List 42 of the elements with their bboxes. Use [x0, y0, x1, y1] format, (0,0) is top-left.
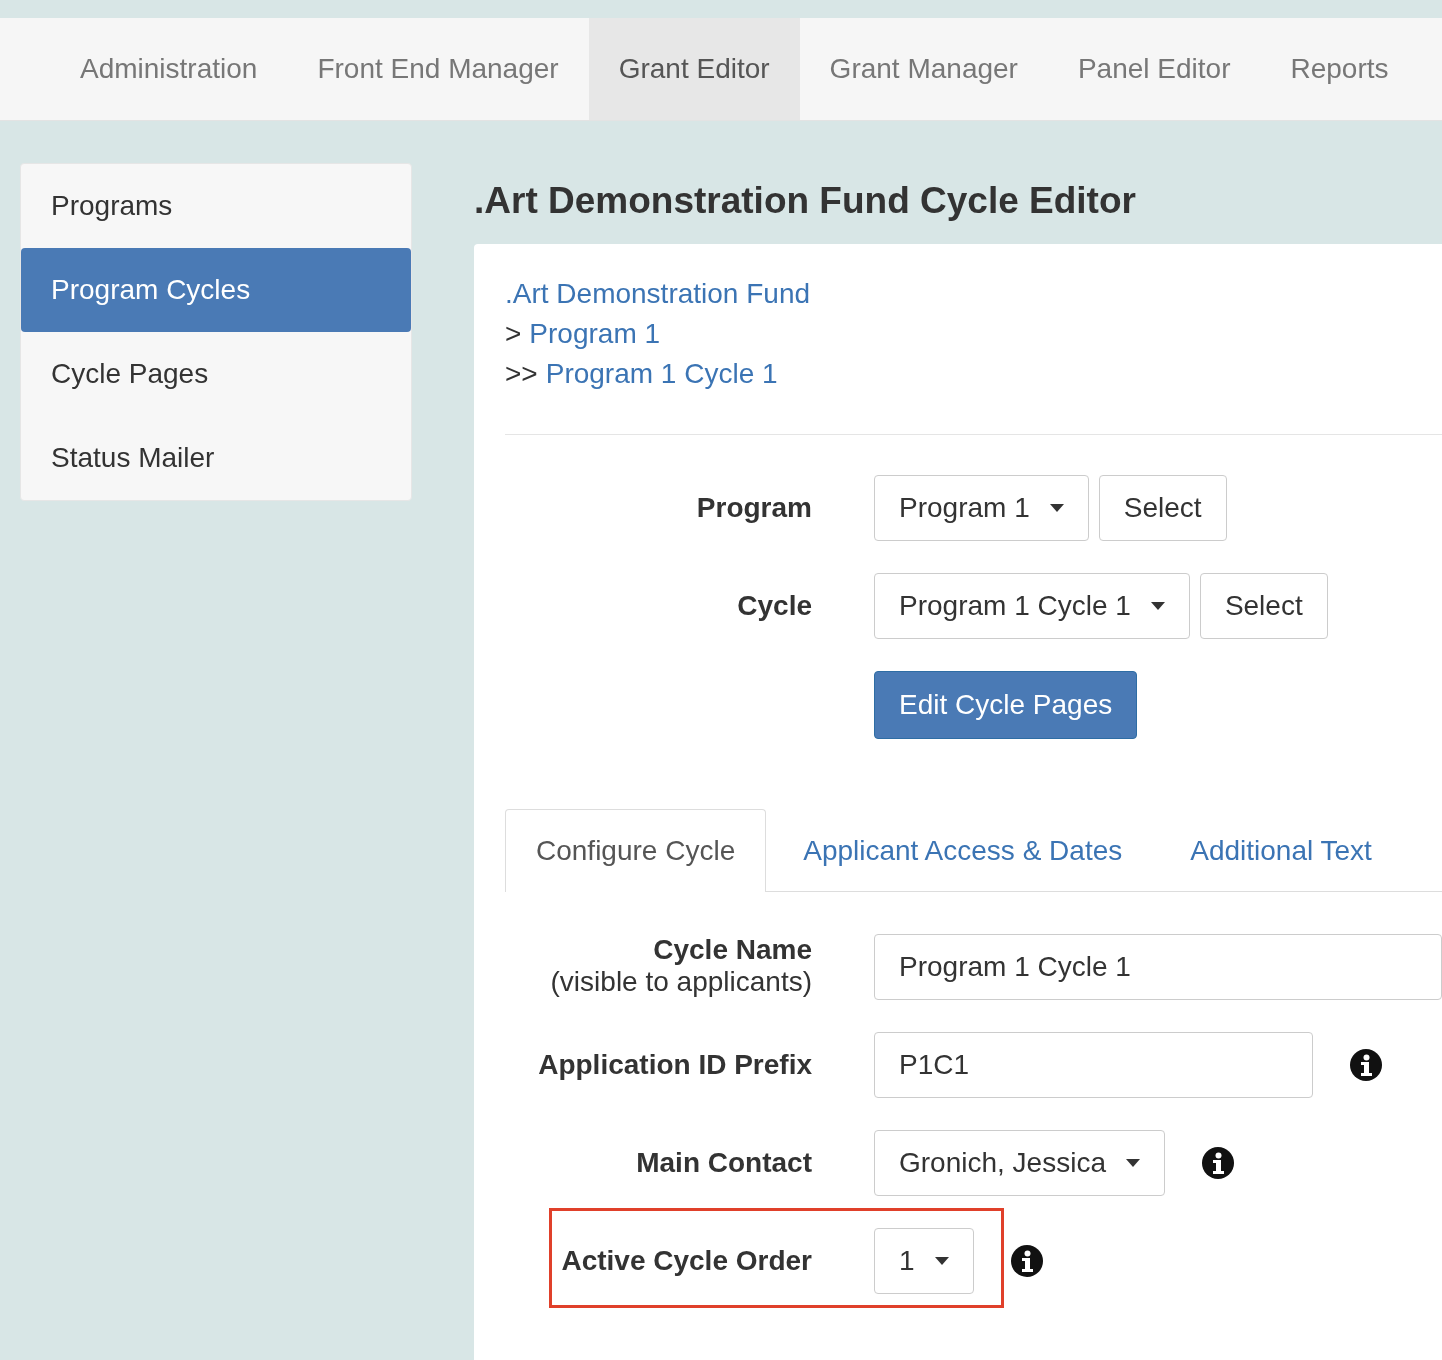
breadcrumb-separator: >	[505, 318, 522, 350]
sidebar-item[interactable]: Program Cycles	[21, 248, 411, 332]
nav-tab[interactable]: Grant Manager	[799, 18, 1048, 120]
caret-icon	[1150, 602, 1165, 610]
field-label: Application ID Prefix	[537, 1049, 812, 1081]
page-title: .Art Demonstration Fund Cycle Editor	[474, 179, 1137, 223]
nav-tab[interactable]: Panel Editor	[1047, 18, 1261, 120]
breadcrumb-link[interactable]: Program 1	[529, 318, 661, 350]
field-label: Main Contact	[635, 1147, 812, 1179]
tab[interactable]: Additional Text	[1159, 809, 1403, 891]
text-field[interactable]: P1C1	[874, 1032, 1313, 1098]
text-field[interactable]: Program 1 Cycle 1	[874, 934, 1442, 1000]
breadcrumb-separator: >>	[505, 358, 538, 390]
tab[interactable]: Applicant Access & Dates	[772, 809, 1154, 891]
caret-icon	[934, 1257, 949, 1265]
tab[interactable]: Configure Cycle	[505, 809, 767, 892]
field-label: Cycle Name	[653, 934, 812, 966]
dropdown[interactable]: 1	[874, 1228, 974, 1294]
info-icon[interactable]	[1349, 1048, 1383, 1082]
breadcrumb-link[interactable]: .Art Demonstration Fund	[505, 278, 811, 310]
nav-tab[interactable]: Administration	[50, 18, 288, 120]
field-label: Active Cycle Order	[560, 1245, 812, 1277]
caret-icon	[1125, 1159, 1140, 1167]
nav-tab[interactable]: Reports	[1260, 18, 1419, 120]
breadcrumb-link[interactable]: Program 1 Cycle 1	[545, 358, 778, 390]
nav-tab[interactable]: Grant Editor	[588, 18, 800, 120]
sidebar-item[interactable]: Programs	[21, 164, 411, 248]
dropdown[interactable]: Program 1	[874, 475, 1089, 541]
dropdown[interactable]: Program 1 Cycle 1	[874, 573, 1190, 639]
dropdown[interactable]: Gronich, Jessica	[874, 1130, 1165, 1196]
edit-cycle-pages-button[interactable]: Edit Cycle Pages	[874, 671, 1138, 739]
caret-icon	[1049, 504, 1064, 512]
sidebar-item[interactable]: Cycle Pages	[21, 332, 411, 416]
select-button[interactable]: Select	[1199, 573, 1328, 639]
info-icon[interactable]	[1009, 1244, 1044, 1278]
field-label: Program	[695, 492, 812, 524]
info-icon[interactable]	[1200, 1146, 1235, 1180]
field-label: Cycle	[736, 590, 812, 622]
nav-tab[interactable]: Front End Manager	[287, 18, 589, 120]
sidebar-item[interactable]: Status Mailer	[21, 416, 411, 500]
select-button[interactable]: Select	[1098, 475, 1227, 541]
field-hint: (visible to applicants)	[550, 966, 812, 998]
